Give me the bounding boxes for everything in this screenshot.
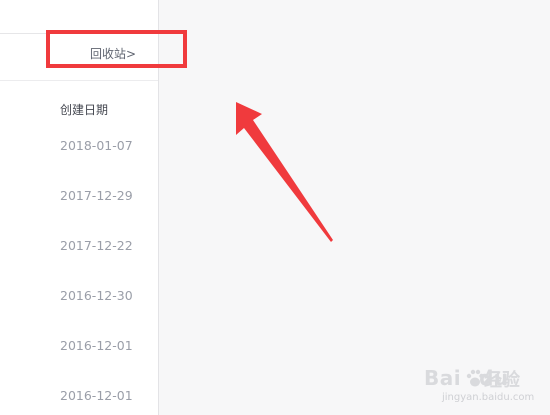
paw-icon	[466, 369, 484, 387]
pointer-arrow	[236, 102, 333, 242]
watermark: Bai du 经验 jingyan.baidu.com	[418, 364, 543, 410]
screen: 回收站> 创建日期 2018-01-07 2017-12-29 2017-12-…	[0, 0, 550, 415]
watermark-sub: 经验	[484, 370, 520, 391]
arrow-shape	[236, 102, 333, 242]
watermark-url: jingyan.baidu.com	[442, 392, 535, 403]
